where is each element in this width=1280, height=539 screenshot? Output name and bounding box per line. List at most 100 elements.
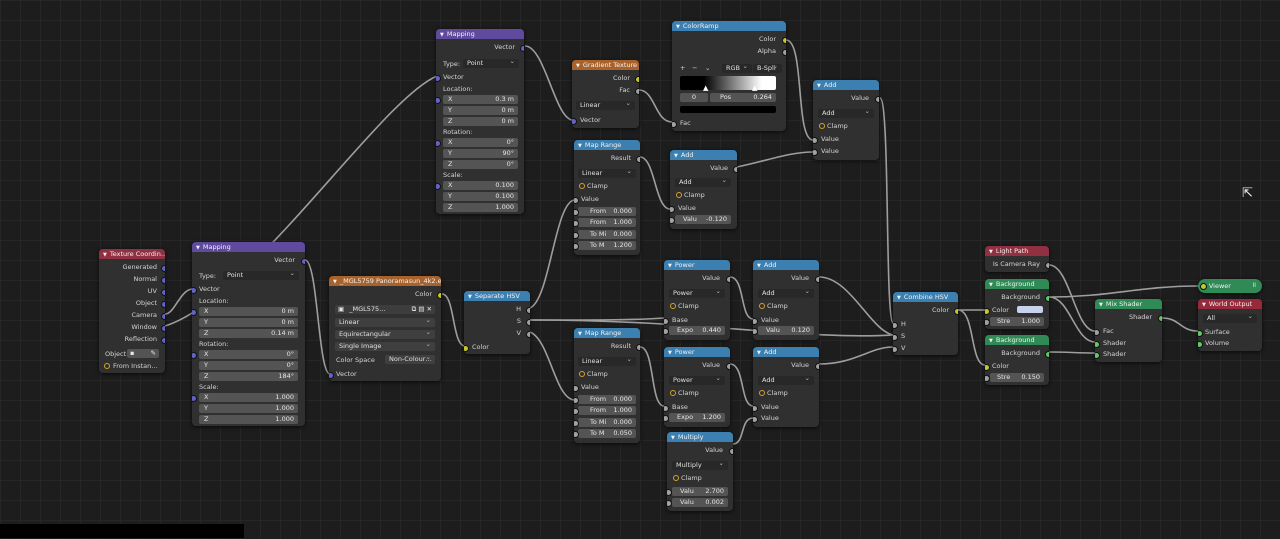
socket-output-value[interactable] (875, 96, 879, 103)
collapse-arrow-icon[interactable]: ▼ (578, 143, 582, 149)
socket-output-value[interactable] (726, 276, 730, 283)
rotation-y[interactable]: Y 0° (199, 361, 298, 370)
socket-input-vector[interactable] (572, 118, 577, 125)
socket-output-background[interactable] (1045, 295, 1049, 302)
socket-output-fac[interactable] (635, 88, 639, 95)
type-dropdown[interactable]: Point (463, 59, 519, 68)
eyedropper-icon[interactable]: ✎ (151, 349, 156, 358)
operation-dropdown[interactable]: Add (758, 289, 814, 298)
interpolation-dropdown[interactable]: Linear (335, 318, 435, 327)
node-mapping-2[interactable]: ▼Mapping Vector Type: Point Vector Locat… (436, 29, 524, 214)
to-min-field[interactable]: To Mi 0.000 (578, 230, 636, 239)
socket-rotation[interactable] (436, 140, 441, 147)
node-header[interactable]: ▼ ColorRamp (672, 21, 786, 31)
type-dropdown[interactable]: Point (223, 271, 299, 280)
to-max-field[interactable]: To M 1.200 (578, 241, 636, 250)
node-light-path[interactable]: ▼ Light Path Is Camera Ray (985, 246, 1049, 272)
socket-input-fac[interactable] (1095, 329, 1100, 336)
socket-object[interactable] (161, 301, 165, 308)
node-map-range-2[interactable]: ▼Map Range Result Linear Clamp Value Fro… (574, 328, 640, 443)
stop-index-field[interactable]: 0 (680, 93, 708, 102)
node-header[interactable]: ▼ Gradient Texture (572, 60, 639, 70)
operation-dropdown[interactable]: Add (758, 376, 814, 385)
socket-output-shader[interactable] (1158, 315, 1162, 322)
value-field[interactable]: Valu 0.120 (758, 326, 814, 335)
clamp-checkbox[interactable] (579, 183, 585, 189)
node-power-2[interactable]: ▼Power Value Power Clamp Base Expo1.200 (664, 347, 730, 427)
socket-input-color[interactable] (985, 308, 990, 315)
socket-scale[interactable] (192, 395, 197, 402)
node-header[interactable]: ▼ Multiply (667, 432, 733, 442)
value-field-1[interactable]: Valu 2.700 (672, 487, 728, 496)
exponent-field[interactable]: Expo 0.440 (669, 326, 725, 335)
color-swatch[interactable] (1017, 306, 1043, 313)
scale-y[interactable]: Y 1.000 (199, 404, 298, 413)
ramp-menu-button[interactable]: ⌄ (705, 64, 710, 72)
socket-output-vector[interactable] (520, 45, 524, 52)
strength-field[interactable]: Stre 1.000 (990, 317, 1044, 326)
image-icon[interactable]: ▣ (338, 305, 344, 313)
node-separate-hsv[interactable]: ▼ Separate HSV H S V Color (464, 291, 530, 354)
collapse-arrow-icon[interactable]: ▼ (668, 263, 672, 269)
socket-output-value[interactable] (729, 448, 733, 455)
collapse-arrow-icon[interactable]: ▼ (578, 331, 582, 337)
node-header[interactable]: ▼ Power (664, 347, 730, 357)
socket-generated[interactable] (161, 265, 165, 272)
collapse-arrow-icon[interactable]: ▼ (1099, 302, 1103, 308)
node-header[interactable]: ▼ Separate HSV (464, 291, 530, 301)
gradient-type-dropdown[interactable]: Linear (576, 101, 635, 110)
node-header[interactable]: ▼ Mapping (436, 29, 524, 39)
exponent-field[interactable]: Expo 1.200 (669, 413, 725, 422)
socket-input-viewer[interactable] (1200, 283, 1207, 290)
socket-output-color[interactable] (954, 308, 958, 315)
collapse-arrow-icon[interactable]: ▼ (674, 153, 678, 159)
rotation-z[interactable]: Z 0° (443, 160, 518, 169)
socket-scale[interactable] (436, 183, 441, 190)
socket-input-value-2[interactable] (813, 149, 818, 156)
collapse-arrow-icon[interactable]: ▼ (440, 32, 444, 38)
from-min-field[interactable]: From 0.000 (578, 207, 636, 216)
rotation-x[interactable]: X 0° (443, 138, 518, 147)
clamp-checkbox[interactable] (670, 303, 676, 309)
socket-location[interactable] (192, 309, 197, 316)
node-header[interactable]: ▼ World Output (1198, 299, 1262, 309)
from-instancer-checkbox[interactable] (104, 363, 110, 369)
collapse-arrow-icon[interactable]: ▼ (333, 279, 337, 285)
node-viewer[interactable]: ▶Viewer II (1198, 279, 1262, 293)
collapse-arrow-icon[interactable]: ▼ (757, 263, 761, 269)
node-mapping-1[interactable]: ▼Mapping Vector Type: Point Vector Locat… (192, 242, 305, 426)
rotation-x[interactable]: X 0° (199, 350, 298, 359)
node-header[interactable]: ▼ Texture Coordin… (99, 249, 165, 259)
scale-z[interactable]: Z 1.000 (443, 203, 518, 212)
node-header[interactable]: ▼ _MGL5759 Panoramasun_4k2.exr (329, 276, 441, 286)
socket-input-value-1[interactable] (813, 137, 818, 144)
node-power-1[interactable]: ▼Power Value Power Clamp Base Expo0.440 (664, 260, 730, 340)
clamp-checkbox[interactable] (670, 390, 676, 396)
socket-input-base[interactable] (664, 318, 669, 325)
node-multiply[interactable]: ▼Multiply Value Multiply Clamp Valu2.700… (667, 432, 733, 511)
collapse-arrow-icon[interactable]: ▼ (757, 350, 761, 356)
to-max-field[interactable]: To M 0.050 (578, 429, 636, 438)
stop-position-field[interactable]: Pos 0.264 (710, 93, 776, 102)
strength-field[interactable]: Stre 0.150 (990, 373, 1044, 382)
collapse-arrow-icon[interactable]: ▼ (468, 294, 472, 300)
socket-input-s[interactable] (893, 334, 898, 341)
collapse-arrow-icon[interactable]: ▼ (989, 249, 993, 255)
location-x[interactable]: X0 m (199, 307, 298, 316)
socket-uv[interactable] (161, 289, 165, 296)
node-header[interactable]: ▼ Light Path (985, 246, 1049, 256)
socket-input-base[interactable] (664, 405, 669, 412)
node-combine-hsv[interactable]: ▼ Combine HSV Color H S V (893, 292, 958, 355)
node-header[interactable]: ▼ Mapping (192, 242, 305, 252)
socket-input-surface[interactable] (1198, 330, 1203, 337)
location-z[interactable]: Z0 m (443, 117, 518, 126)
socket-is-camera-ray[interactable] (1045, 262, 1049, 269)
socket-output-value[interactable] (726, 363, 730, 370)
socket-window[interactable] (161, 325, 165, 332)
socket-input-value-1[interactable] (753, 405, 758, 412)
socket-output-color[interactable] (782, 37, 786, 44)
scale-y[interactable]: Y 0.100 (443, 192, 518, 201)
clamp-checkbox[interactable] (579, 371, 585, 377)
node-header[interactable]: ▼ Add (670, 150, 737, 160)
collapse-arrow-icon[interactable]: ▼ (989, 338, 993, 344)
